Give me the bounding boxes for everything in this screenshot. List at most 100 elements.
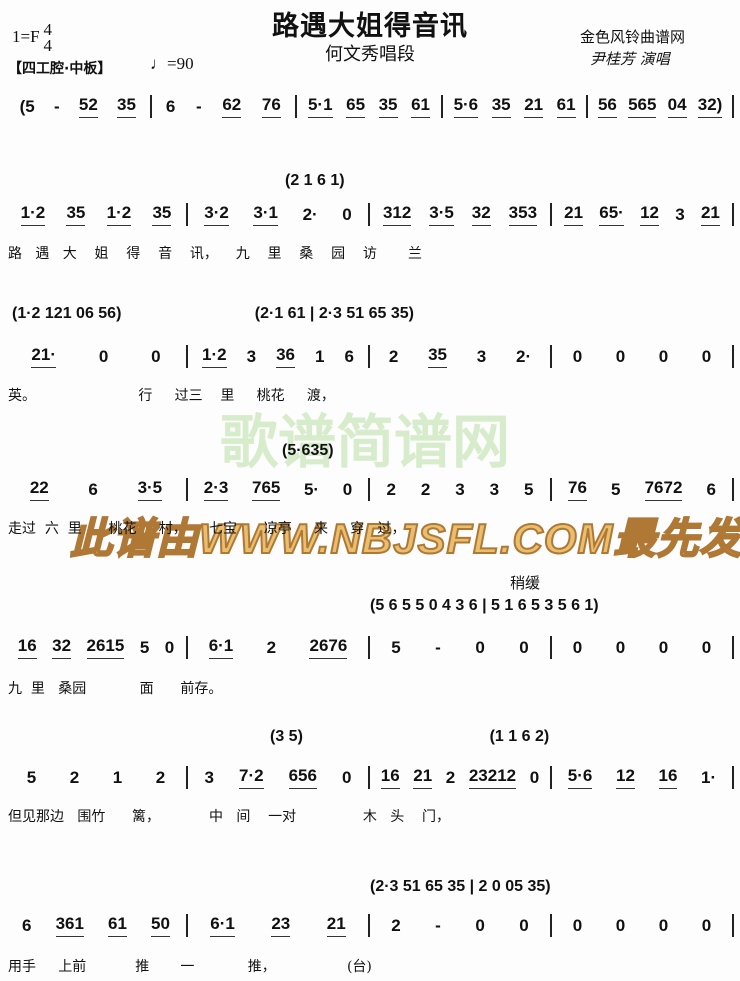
- measure: 3 7·2 656 0: [188, 766, 370, 789]
- note-group: 23212: [468, 766, 517, 789]
- note-group: 1·2: [20, 203, 46, 226]
- note-group: 12: [615, 766, 635, 789]
- note-group: 1·: [701, 767, 717, 787]
- measure: (5-52 35: [6, 95, 152, 118]
- note-group: 7·2: [238, 766, 264, 789]
- notes-line: 22 6 3·5 2·3 765 5· 0 2 2 3 3 5 76 5 7672 6: [6, 478, 734, 501]
- note-group: 6: [706, 479, 716, 499]
- note-group: 0: [615, 346, 626, 366]
- note-group: 50: [151, 914, 170, 937]
- interlude-notes: (5 6 5 5 0 4 3 6 | 5 1 6 5 3 5 6 1): [370, 597, 599, 614]
- measure: 2·3 765 5· 0: [188, 478, 370, 501]
- note-group: 0: [519, 915, 529, 935]
- note-group: -: [435, 637, 441, 657]
- measure: 22 6 3·5: [6, 478, 188, 501]
- measure: 5 - 0 0: [370, 636, 552, 659]
- note-group: 7672: [644, 478, 683, 501]
- note-group: 0: [615, 915, 626, 935]
- note-group: 0: [529, 767, 540, 787]
- note-group: 35: [378, 95, 398, 118]
- measure: 0 0 0 0: [552, 636, 734, 659]
- measure: 16 21 2 23212 0: [370, 766, 552, 789]
- tempo-mark: 【四工腔·中板】: [8, 61, 112, 77]
- measure: 2 35 3 2·: [370, 345, 552, 368]
- measure: 1·2 3 36 1 6: [188, 345, 370, 368]
- note-group: 312: [382, 203, 412, 226]
- measure: 5·6 12 16 1·: [552, 766, 734, 789]
- watermark-green: 歌谱简谱网: [220, 410, 511, 475]
- note-group: 2615: [86, 636, 125, 659]
- note-group: 6: [88, 479, 98, 499]
- note-group: -: [196, 96, 202, 116]
- singer: 尹桂芳 演唱: [590, 50, 670, 68]
- measure: 5 2 1 2: [6, 766, 188, 789]
- measure: 2 - 0 0: [370, 914, 552, 937]
- note-group: 0: [658, 637, 669, 657]
- interlude-notes: (2 1 6 1): [285, 172, 345, 189]
- note-group: 5: [26, 767, 37, 787]
- measure: 21· 0 0: [6, 345, 188, 368]
- note-group: 61: [108, 914, 127, 937]
- note-group: -: [53, 96, 60, 116]
- note-group: 5·6: [453, 95, 479, 118]
- measure: 6·1 2 2676: [188, 636, 370, 659]
- measure: 0 0 0 0: [552, 914, 734, 937]
- note-group: 61: [411, 95, 430, 118]
- note-group: 22: [29, 478, 49, 501]
- note-group: 6·1: [208, 636, 234, 659]
- notes-line: 6 361 61 50 6·1 23 21 2 - 0 0 0 0 0 0: [6, 914, 734, 937]
- note-group: 0: [164, 637, 175, 657]
- note-group: 3·5: [137, 478, 163, 501]
- lyrics-line: 用手 上前 推 一 推， (台): [8, 959, 372, 975]
- note-group: 04: [667, 95, 687, 118]
- note-group: 56: [597, 95, 617, 118]
- note-group: 2·3: [203, 478, 229, 501]
- note-group: 361: [55, 914, 84, 937]
- note-group: 21: [524, 95, 544, 118]
- note-group: 5·1: [307, 95, 333, 118]
- measure: 6·1 23 21: [188, 914, 370, 937]
- note-group: 0: [342, 479, 353, 499]
- note-group: 32: [52, 636, 72, 659]
- note-group: 6·1: [210, 914, 235, 937]
- measure: 312 3·5 32 353: [370, 203, 552, 226]
- note-group: 3: [476, 346, 487, 366]
- note-group: 5: [524, 479, 534, 499]
- note-group: 65·: [599, 203, 624, 226]
- note-group: 3·5: [429, 203, 454, 226]
- note-group: 3: [204, 767, 214, 787]
- note-group: 12: [640, 203, 659, 226]
- note-group: 6: [344, 346, 354, 366]
- note-group: 656: [288, 766, 317, 789]
- notes-line: 1·2 35 1·2 35 3·2 3·1 2· 0 312 3·5 32 353 21 65· 12 3 21: [6, 203, 734, 226]
- note-group: 35: [428, 345, 448, 368]
- note-group: 0: [98, 346, 109, 366]
- note-group: 0: [572, 346, 583, 366]
- note-group: 1·2: [202, 345, 227, 368]
- note-group: 16: [658, 766, 678, 789]
- note-group: 2·: [302, 204, 318, 224]
- note-group: 5: [611, 479, 621, 499]
- interlude-notes: (2·3 51 65 35 | 2 0 05 35): [370, 878, 551, 895]
- note-group: 21: [413, 766, 433, 789]
- note-group: 765: [251, 478, 281, 501]
- note-group: 0: [701, 637, 712, 657]
- notes-line: 21· 0 0 1·2 3 36 1 6 2 35 3 2· 0 0 0 0: [6, 345, 734, 368]
- note-group: 0: [475, 637, 485, 657]
- note-group: 21: [700, 203, 720, 226]
- note-group: 65: [346, 95, 366, 118]
- note-group: 3: [675, 204, 685, 224]
- lyrics-line: 九 里 桑园 面 前存。: [8, 681, 223, 697]
- note-group: 23: [271, 914, 291, 937]
- measure: 5·6 35 21 61: [443, 95, 589, 118]
- note-group: 61: [556, 95, 576, 118]
- measure: 3·2 3·1 2· 0: [188, 203, 370, 226]
- note-group: 2: [266, 637, 277, 657]
- notes-line: 5 2 1 2 3 7·2 656 0 16 21 2 23212 0 5·6 12 16 1·: [6, 766, 734, 789]
- note-group: 5: [391, 637, 401, 657]
- notes-line: 16 32 2615 5 0 6·1 2 2676 5-0 0 0 0 0 0: [6, 636, 734, 659]
- note-group: 0: [658, 915, 669, 935]
- lyrics-line: 走过 六 里 桃花 村， 七宝 凉亭 来 穿 过，: [8, 521, 406, 537]
- lyrics-line: 路 遇 大 姐 得 音 讯， 九 里 桑 园 访 兰: [8, 246, 423, 262]
- note-group: 3: [246, 346, 257, 366]
